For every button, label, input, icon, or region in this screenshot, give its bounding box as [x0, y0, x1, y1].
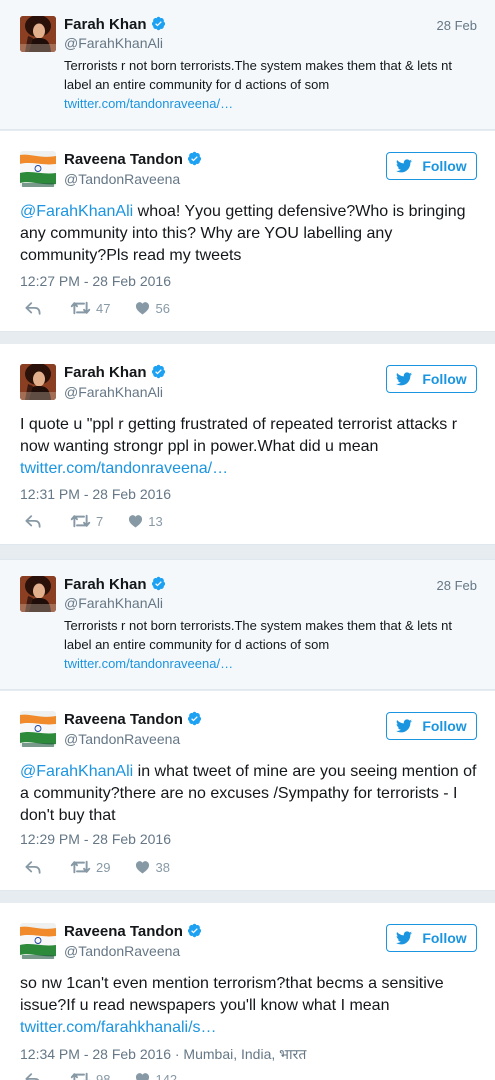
- tweet-actions: 29 38: [20, 858, 170, 876]
- author-handle[interactable]: @FarahKhanAli: [64, 594, 163, 612]
- retweet-icon: [70, 514, 91, 528]
- mention-link[interactable]: @FarahKhanAli: [20, 203, 133, 220]
- avatar[interactable]: [20, 923, 56, 959]
- tweet-text: @FarahKhanAli whoa! Yyou getting defensi…: [20, 203, 466, 264]
- tweet-timestamp[interactable]: 12:29 PM - 28 Feb 2016: [20, 831, 171, 847]
- author-handle[interactable]: @TandonRaveena: [64, 942, 180, 960]
- tweet-date[interactable]: 28 Feb: [437, 18, 477, 33]
- quoted-tweet[interactable]: Farah Khan @FarahKhanAli 28 Feb Terroris…: [0, 0, 495, 130]
- retweet-icon: [70, 1072, 91, 1080]
- like-button[interactable]: 13: [123, 514, 163, 529]
- heart-icon: [128, 514, 143, 528]
- tweet-timestamp[interactable]: 12:27 PM - 28 Feb 2016: [20, 273, 171, 289]
- author-name[interactable]: Farah Khan: [64, 364, 166, 382]
- retweet-button[interactable]: 29: [65, 860, 110, 875]
- reply-button[interactable]: [20, 1072, 41, 1080]
- author-name[interactable]: Farah Khan: [64, 576, 166, 594]
- twitter-bird-icon: [396, 159, 417, 173]
- verified-icon: [151, 364, 166, 379]
- follow-button[interactable]: Follow: [386, 712, 477, 740]
- author-name[interactable]: Raveena Tandon: [64, 923, 202, 941]
- avatar[interactable]: [20, 711, 56, 747]
- avatar[interactable]: [20, 576, 56, 612]
- tweet-card: Farah Khan @FarahKhanAli Follow I quote …: [0, 344, 495, 545]
- reply-icon: [25, 860, 41, 874]
- tweet-link[interactable]: twitter.com/tandonraveena/…: [64, 656, 233, 671]
- author-handle[interactable]: @FarahKhanAli: [64, 383, 163, 401]
- mention-link[interactable]: @FarahKhanAli: [20, 763, 133, 780]
- tweet-card: Raveena Tandon @TandonRaveena Follow @Fa…: [0, 691, 495, 891]
- tweet-actions: 98 142: [20, 1070, 177, 1080]
- tweet-date[interactable]: 28 Feb: [437, 578, 477, 593]
- tweet-actions: 7 13: [20, 512, 163, 530]
- reply-button[interactable]: [20, 514, 41, 528]
- reply-button[interactable]: [20, 860, 41, 874]
- twitter-bird-icon: [396, 372, 417, 386]
- like-button[interactable]: 38: [130, 860, 170, 875]
- tweet-link[interactable]: twitter.com/tandonraveena/…: [64, 96, 233, 111]
- heart-icon: [135, 1072, 150, 1080]
- avatar[interactable]: [20, 364, 56, 400]
- author-name[interactable]: Raveena Tandon: [64, 151, 202, 169]
- like-button[interactable]: 142: [130, 1072, 177, 1080]
- reply-icon: [25, 514, 41, 528]
- twitter-bird-icon: [396, 931, 417, 945]
- tweet-link[interactable]: twitter.com/farahkhanali/s…: [20, 1019, 217, 1036]
- retweet-button[interactable]: 7: [65, 514, 103, 529]
- twitter-bird-icon: [396, 719, 417, 733]
- tweet-timestamp[interactable]: 12:34 PM - 28 Feb 2016 · Mumbai, India, …: [20, 1045, 306, 1064]
- retweet-icon: [70, 301, 91, 315]
- follow-button[interactable]: Follow: [386, 924, 477, 952]
- quoted-text: Terrorists r not born terrorists.The sys…: [64, 58, 452, 111]
- retweet-button[interactable]: 98: [65, 1072, 110, 1080]
- avatar[interactable]: [20, 151, 56, 187]
- retweet-icon: [70, 860, 91, 874]
- tweet-text: @FarahKhanAli in what tweet of mine are …: [20, 763, 477, 824]
- follow-button[interactable]: Follow: [386, 152, 477, 180]
- author-handle[interactable]: @TandonRaveena: [64, 730, 180, 748]
- tweet-link[interactable]: twitter.com/tandonraveena/…: [20, 460, 228, 477]
- follow-button[interactable]: Follow: [386, 365, 477, 393]
- retweet-button[interactable]: 47: [65, 301, 110, 316]
- verified-icon: [151, 576, 166, 591]
- author-name[interactable]: Farah Khan: [64, 16, 166, 34]
- tweet-actions: 47 56: [20, 299, 170, 317]
- tweet-timestamp[interactable]: 12:31 PM - 28 Feb 2016: [20, 486, 171, 502]
- avatar[interactable]: [20, 16, 56, 52]
- like-button[interactable]: 56: [130, 301, 170, 316]
- reply-icon: [25, 301, 41, 315]
- quoted-tweet[interactable]: Farah Khan @FarahKhanAli 28 Feb Terroris…: [0, 559, 495, 690]
- heart-icon: [135, 301, 150, 315]
- tweet-text: so nw 1can't even mention terrorism?that…: [20, 975, 444, 1036]
- heart-icon: [135, 860, 150, 874]
- verified-icon: [187, 151, 202, 166]
- reply-icon: [25, 1072, 41, 1080]
- verified-icon: [187, 923, 202, 938]
- author-handle[interactable]: @FarahKhanAli: [64, 34, 163, 52]
- author-name[interactable]: Raveena Tandon: [64, 711, 202, 729]
- quoted-text: Terrorists r not born terrorists.The sys…: [64, 618, 452, 671]
- tweet-text: I quote u "ppl r getting frustrated of r…: [20, 416, 458, 477]
- verified-icon: [187, 711, 202, 726]
- reply-button[interactable]: [20, 301, 41, 315]
- author-handle[interactable]: @TandonRaveena: [64, 170, 180, 188]
- tweet-card: Raveena Tandon @TandonRaveena Follow @Fa…: [0, 131, 495, 332]
- verified-icon: [151, 16, 166, 31]
- tweet-card: Raveena Tandon @TandonRaveena Follow so …: [0, 903, 495, 1080]
